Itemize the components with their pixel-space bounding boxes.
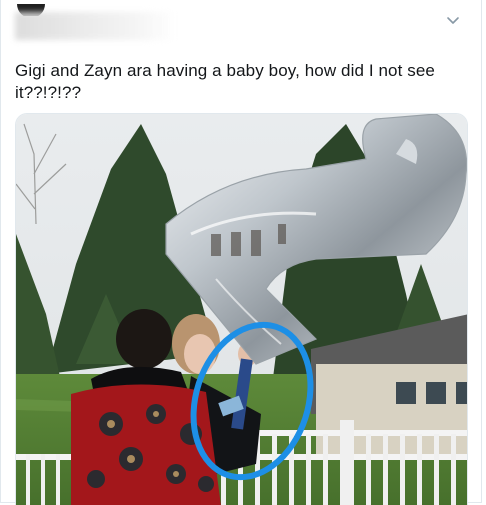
- chevron-down-icon[interactable]: [445, 12, 461, 28]
- tweet-photo[interactable]: [15, 113, 468, 505]
- redacted-user-name: [15, 12, 175, 40]
- tweet-header: [15, 4, 475, 42]
- tweet-card: Gigi and Zayn ara having a baby boy, how…: [0, 0, 482, 505]
- tweet-text: Gigi and Zayn ara having a baby boy, how…: [15, 61, 440, 102]
